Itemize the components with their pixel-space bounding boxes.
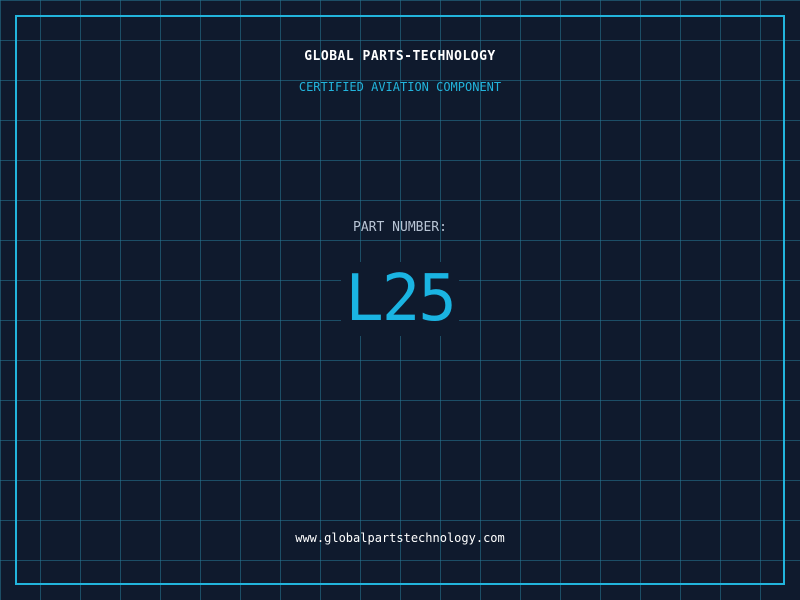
part-number-container: L25	[0, 262, 800, 336]
part-number-value: L25	[341, 262, 459, 336]
part-number-label: PART NUMBER:	[353, 220, 447, 235]
website-url: www.globalpartstechnology.com	[295, 531, 505, 545]
company-name: GLOBAL PARTS-TECHNOLOGY	[304, 49, 496, 64]
certification-text: CERTIFIED AVIATION COMPONENT	[298, 80, 502, 94]
part-label-card: GLOBAL PARTS-TECHNOLOGY CERTIFIED AVIATI…	[0, 0, 800, 600]
